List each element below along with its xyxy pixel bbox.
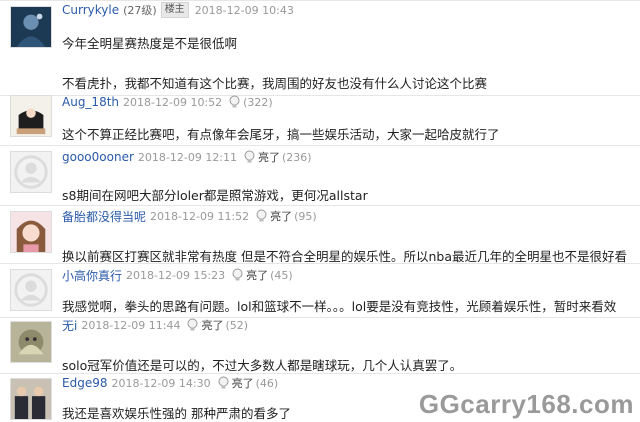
lightbulb-icon — [187, 318, 198, 331]
avatar-image — [11, 7, 51, 47]
avatar-image — [11, 322, 51, 362]
like-count: (52) — [225, 318, 249, 332]
avatar[interactable] — [10, 95, 52, 137]
username-link[interactable]: Edge98 — [62, 376, 107, 390]
username-link[interactable]: 无i — [62, 317, 77, 334]
username-link[interactable]: 备胎都没得当呢 — [62, 208, 146, 225]
post-time: 2018-12-09 11:52 — [150, 209, 250, 223]
lightbulb-icon — [229, 95, 240, 108]
owner-badge: 楼主 — [160, 2, 189, 18]
post-content: s8期间在网吧大部分loler都是照常游戏，更何况allstar — [62, 188, 368, 203]
post-time: 2018-12-09 10:52 — [123, 95, 223, 109]
default-user-icon — [11, 270, 51, 310]
like-label: 亮了 — [231, 377, 254, 390]
post-time: 2018-12-09 14:30 — [111, 376, 211, 390]
post-item: Currykyle (27级) 楼主 2018-12-09 10:43 今年全明… — [0, 0, 640, 95]
post-content-line: 不看虎扑，我都不知道有这个比赛，我周围的好友也没有什么人讨论这个比赛 — [62, 76, 488, 91]
post-time: 2018-12-09 10:43 — [194, 3, 294, 17]
like-label: 亮了 — [201, 319, 224, 332]
like-button[interactable]: 亮了 (46) — [217, 375, 279, 391]
post-content: 这个不算正经比赛吧，有点像年会尾牙，搞一些娱乐活动，大家一起哈皮就行了 — [62, 127, 500, 142]
like-count: (95) — [294, 209, 317, 223]
like-label: 亮了 — [270, 210, 293, 223]
avatar[interactable] — [10, 321, 52, 363]
like-button[interactable]: 亮了 (236) — [243, 149, 312, 165]
post-meta: Edge98 2018-12-09 14:30 亮了 (46) — [62, 374, 278, 392]
post-meta: gooo0ooner 2018-12-09 12:11 亮了 (236) — [62, 148, 312, 166]
post-meta: Aug_18th 2018-12-09 10:52 (322) — [62, 93, 273, 111]
default-user-icon — [11, 152, 51, 192]
post-content: 我还是喜欢娱乐性强的 那种严肃的看多了 — [62, 406, 291, 421]
like-count: (322) — [243, 95, 273, 109]
avatar-image — [11, 212, 51, 252]
post-content: solo冠军价值还是可以的，不过大多数人都是瞎球玩，几个人认真罢了。 — [62, 358, 463, 373]
site-watermark: GGcarry168.com — [418, 389, 634, 419]
username-link[interactable]: gooo0ooner — [62, 150, 134, 164]
like-label: 亮了 — [258, 151, 281, 164]
like-count: (46) — [255, 376, 279, 390]
like-button[interactable]: 亮了 (45) — [231, 267, 293, 283]
like-count: (236) — [282, 150, 312, 164]
avatar[interactable] — [10, 6, 52, 48]
post-item: Aug_18th 2018-12-09 10:52 (322) 这个不算正经比赛… — [0, 95, 640, 145]
avatar[interactable] — [10, 151, 52, 193]
lightbulb-icon — [256, 209, 267, 222]
post-content: 今年全明星赛热度是不是很低啊 — [62, 36, 238, 51]
post-item: gooo0ooner 2018-12-09 12:11 亮了 (236) s8期… — [0, 145, 640, 205]
avatar[interactable] — [10, 378, 52, 420]
like-count: (45) — [270, 268, 293, 282]
post-time: 2018-12-09 15:23 — [126, 268, 226, 282]
avatar[interactable] — [10, 211, 52, 253]
post-meta: 备胎都没得当呢 2018-12-09 11:52 亮了 (95) — [62, 207, 317, 225]
lightbulb-icon — [244, 150, 255, 163]
post-item: 备胎都没得当呢 2018-12-09 11:52 亮了 (95) 换以前赛区打赛… — [0, 205, 640, 264]
username-link[interactable]: Currykyle — [62, 3, 119, 17]
avatar-image — [11, 379, 51, 419]
post-meta: Currykyle (27级) 楼主 2018-12-09 10:43 — [62, 1, 300, 19]
username-link[interactable]: 小高你真行 — [62, 267, 122, 284]
like-label: 亮了 — [246, 269, 269, 282]
like-button[interactable]: (322) — [228, 95, 273, 109]
user-level: (27级) — [123, 4, 157, 17]
lightbulb-icon — [218, 376, 229, 389]
like-button[interactable]: 亮了 (95) — [255, 208, 317, 224]
avatar-image — [11, 96, 51, 136]
post-time: 2018-12-09 12:11 — [137, 150, 238, 164]
post-meta: 小高你真行 2018-12-09 15:23 亮了 (45) — [62, 266, 293, 284]
username-link[interactable]: Aug_18th — [62, 95, 119, 109]
avatar[interactable] — [10, 269, 52, 311]
post-item: 无i 2018-12-09 11:44 亮了 (52) solo冠军价值还是可以… — [0, 317, 640, 373]
post-meta: 无i 2018-12-09 11:44 亮了 (52) — [62, 316, 248, 334]
post-time: 2018-12-09 11:44 — [81, 318, 181, 332]
post-item: 小高你真行 2018-12-09 15:23 亮了 (45) 我感觉啊，拳头的思… — [0, 263, 640, 317]
lightbulb-icon — [232, 268, 243, 281]
post-content: 我感觉啊，拳头的思路有问题。lol和篮球不一样。。。lol要是没有竞技性，光顾着… — [62, 299, 617, 314]
like-button[interactable]: 亮了 (52) — [186, 317, 248, 333]
